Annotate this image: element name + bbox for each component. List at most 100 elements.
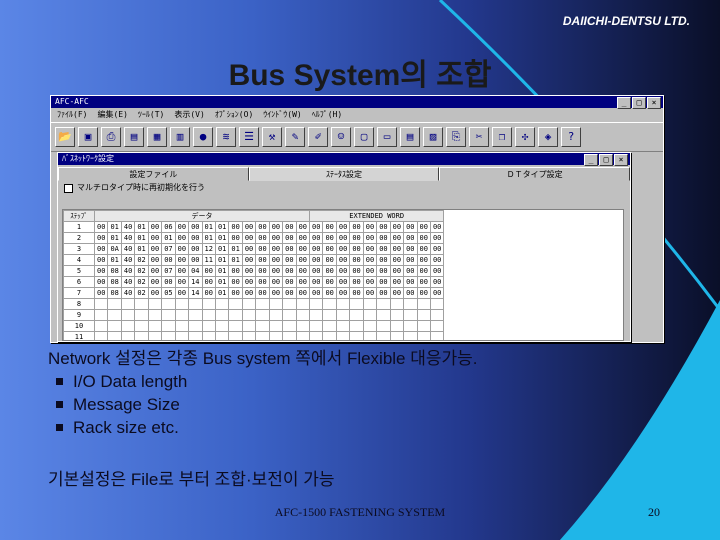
- data-cell[interactable]: [268, 331, 284, 340]
- data-cell[interactable]: 00: [322, 287, 337, 299]
- data-cell[interactable]: 02: [134, 254, 149, 266]
- data-cell[interactable]: 01: [214, 276, 230, 288]
- reinit-option[interactable]: マルチロタイプ時に再初期化を行う: [58, 181, 630, 195]
- menu-item[interactable]: ﾌｧｲﾙ(F): [57, 108, 87, 122]
- data-cell[interactable]: [188, 298, 203, 310]
- data-cell[interactable]: 00: [429, 254, 445, 266]
- menu-item[interactable]: ﾂｰﾙ(T): [138, 108, 164, 122]
- data-cell[interactable]: 00: [268, 221, 284, 233]
- data-cell[interactable]: [120, 298, 136, 310]
- data-cell[interactable]: 00: [93, 276, 109, 288]
- data-cell[interactable]: 00: [403, 254, 418, 266]
- data-cell[interactable]: 00: [362, 276, 378, 288]
- data-cell[interactable]: 00: [416, 232, 431, 244]
- data-cell[interactable]: [362, 331, 378, 340]
- data-cell[interactable]: 00: [147, 243, 163, 255]
- data-cell[interactable]: 00: [349, 265, 364, 277]
- data-cell[interactable]: 00: [322, 276, 337, 288]
- data-cell[interactable]: [308, 298, 324, 310]
- data-cell[interactable]: 01: [161, 232, 176, 244]
- edit-icon[interactable]: ✎: [285, 127, 305, 147]
- data-cell[interactable]: 00: [416, 287, 431, 299]
- data-cell[interactable]: [228, 298, 243, 310]
- data-cell[interactable]: [429, 309, 445, 321]
- data-cell[interactable]: 00: [161, 276, 176, 288]
- data-cell[interactable]: [295, 309, 311, 321]
- data-cell[interactable]: 00: [282, 276, 297, 288]
- data-cell[interactable]: 00: [255, 232, 270, 244]
- data-cell[interactable]: [389, 309, 405, 321]
- data-cell[interactable]: [335, 320, 351, 332]
- data-cell[interactable]: [161, 309, 176, 321]
- table-row[interactable]: 6 00 08 40 02 00 00 00 14 00 01 00 00 00 00 00 00 00 00 00 0…: [63, 276, 445, 288]
- data-cell[interactable]: [322, 331, 337, 340]
- data-cell[interactable]: 00: [147, 232, 163, 244]
- data-cell[interactable]: [268, 298, 284, 310]
- data-cell[interactable]: [255, 320, 270, 332]
- table-row[interactable]: 9: [63, 309, 445, 321]
- data-cell[interactable]: 00: [429, 221, 445, 233]
- data-cell[interactable]: 07: [161, 265, 176, 277]
- data-cell[interactable]: [268, 320, 284, 332]
- data-cell[interactable]: [376, 298, 391, 310]
- minimize-button[interactable]: _: [617, 97, 631, 109]
- data-cell[interactable]: 00: [268, 276, 284, 288]
- data-cell[interactable]: 00: [255, 221, 270, 233]
- data-cell[interactable]: 00: [429, 276, 445, 288]
- data-cell[interactable]: 00: [174, 221, 190, 233]
- data-cell[interactable]: [429, 298, 445, 310]
- data-cell[interactable]: [107, 331, 122, 340]
- data-cell[interactable]: [335, 331, 351, 340]
- data-grid[interactable]: ｽﾃｯﾌﾟ データ EXTENDED WORD 1 00 01 40 01 00 06 00 0…: [62, 209, 624, 341]
- data-cell[interactable]: 00: [241, 254, 257, 266]
- data-cell[interactable]: 01: [134, 243, 149, 255]
- data-cell[interactable]: 08: [107, 287, 122, 299]
- data-cell[interactable]: [107, 309, 122, 321]
- data-cell[interactable]: [268, 309, 284, 321]
- data-cell[interactable]: [308, 320, 324, 332]
- data-cell[interactable]: 00: [228, 221, 243, 233]
- data-cell[interactable]: 01: [107, 221, 122, 233]
- data-cell[interactable]: 08: [107, 265, 122, 277]
- data-cell[interactable]: 00: [228, 265, 243, 277]
- chart-icon[interactable]: ▨: [423, 127, 443, 147]
- data-cell[interactable]: 00: [295, 265, 311, 277]
- data-cell[interactable]: [403, 331, 418, 340]
- data-cell[interactable]: [241, 309, 257, 321]
- data-cell[interactable]: [93, 331, 109, 340]
- data-cell[interactable]: 00: [416, 243, 431, 255]
- table-row[interactable]: 3 00 0A 40 01 00 07 00 00 12 01 01 00 00 00 00 00 00 00 00 0…: [63, 243, 445, 255]
- data-cell[interactable]: [403, 298, 418, 310]
- data-cell[interactable]: [416, 320, 431, 332]
- data-cell[interactable]: 00: [308, 232, 324, 244]
- data-cell[interactable]: [93, 320, 109, 332]
- data-cell[interactable]: 06: [161, 221, 176, 233]
- data-cell[interactable]: 00: [228, 276, 243, 288]
- data-cell[interactable]: 01: [214, 287, 230, 299]
- data-cell[interactable]: [201, 298, 216, 310]
- data-cell[interactable]: [389, 331, 405, 340]
- tab-dt-type-settings[interactable]: ＤＴタイプ設定: [439, 167, 630, 181]
- data-cell[interactable]: 01: [107, 254, 122, 266]
- data-cell[interactable]: 00: [188, 221, 203, 233]
- data-cell[interactable]: 00: [403, 243, 418, 255]
- data-cell[interactable]: 00: [322, 254, 337, 266]
- data-cell[interactable]: [174, 320, 190, 332]
- data-cell[interactable]: [403, 320, 418, 332]
- data-cell[interactable]: 40: [120, 243, 136, 255]
- data-cell[interactable]: 01: [201, 221, 216, 233]
- data-cell[interactable]: 00: [282, 232, 297, 244]
- data-cell[interactable]: 00: [255, 287, 270, 299]
- data-cell[interactable]: [429, 320, 445, 332]
- data-cell[interactable]: 00: [322, 243, 337, 255]
- data-cell[interactable]: 01: [214, 265, 230, 277]
- data-cell[interactable]: 00: [241, 287, 257, 299]
- data-cell[interactable]: 00: [161, 254, 176, 266]
- data-cell[interactable]: [134, 298, 149, 310]
- data-cell[interactable]: [188, 331, 203, 340]
- data-cell[interactable]: 01: [134, 232, 149, 244]
- data-cell[interactable]: 00: [376, 287, 391, 299]
- data-cell[interactable]: 00: [362, 221, 378, 233]
- data-cell[interactable]: [188, 309, 203, 321]
- data-cell[interactable]: 00: [429, 243, 445, 255]
